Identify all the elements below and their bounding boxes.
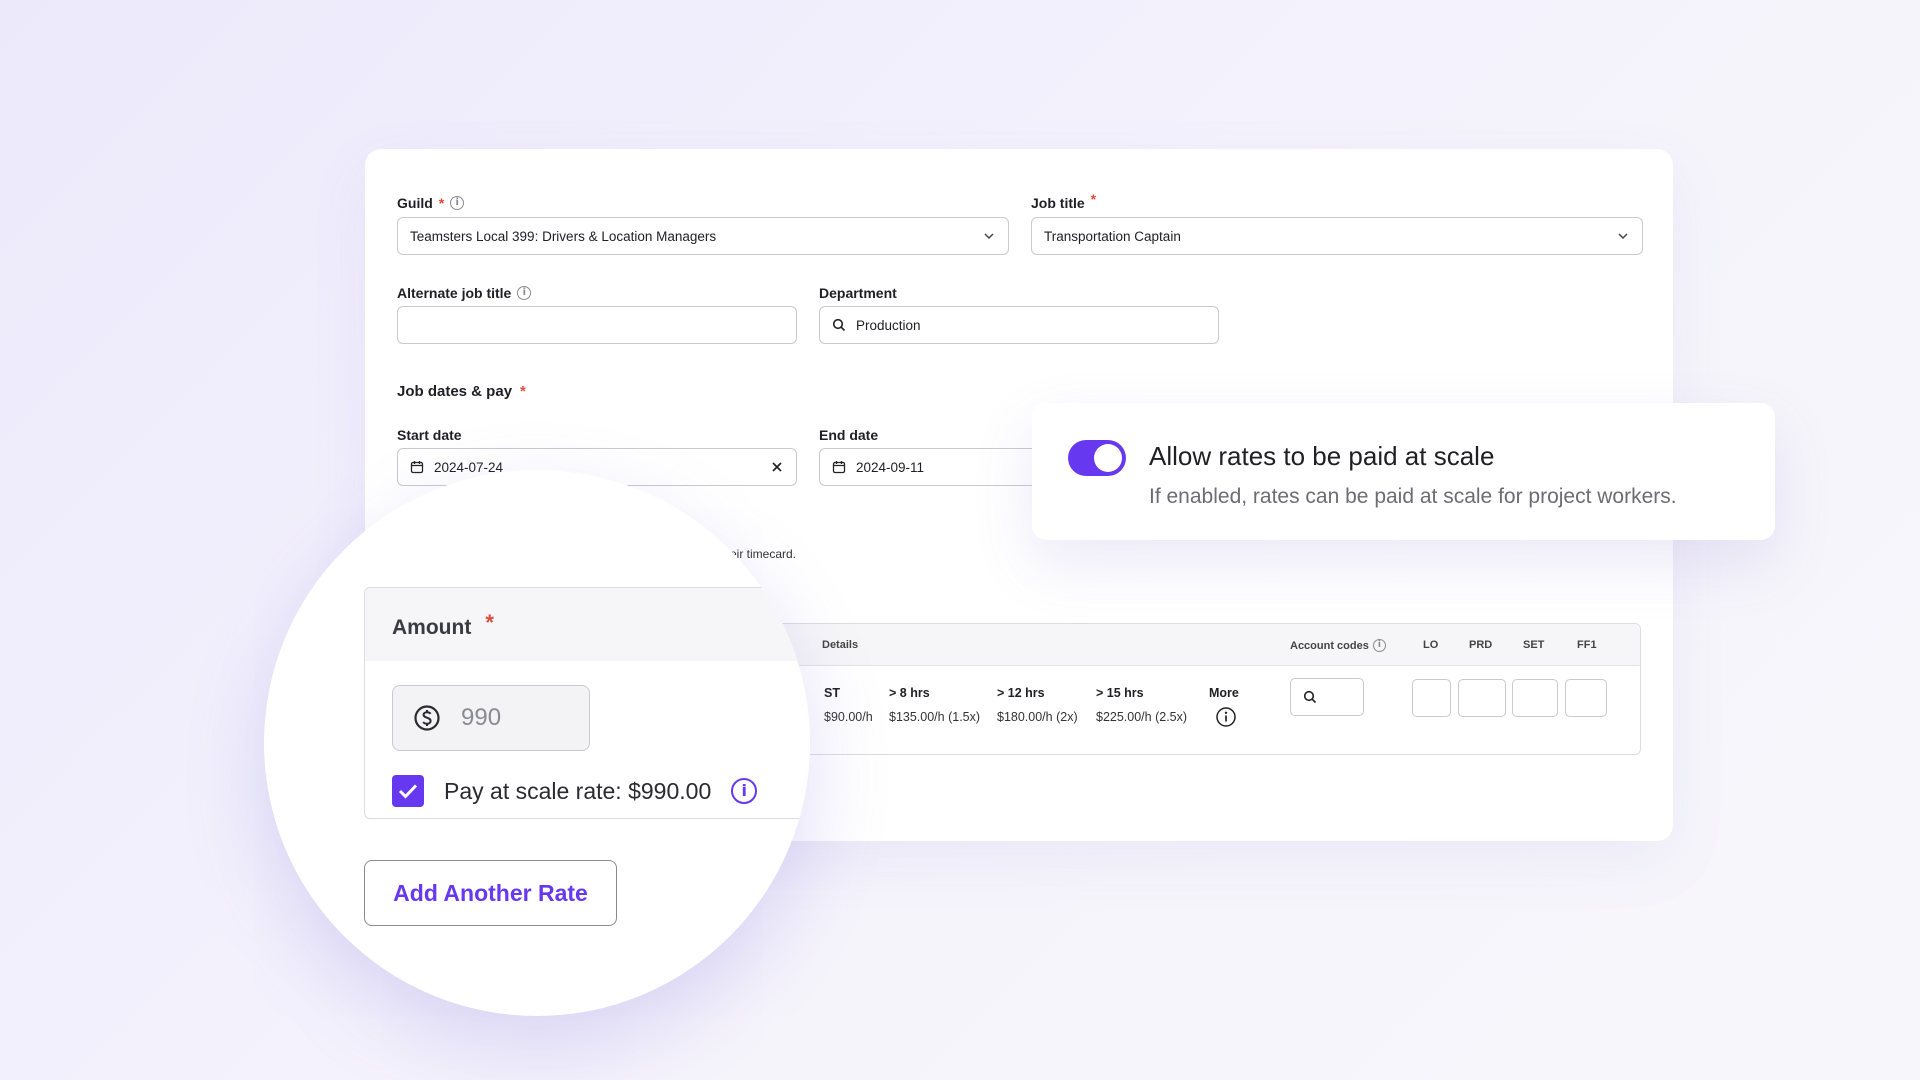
info-icon[interactable] <box>1215 706 1237 728</box>
page: Guild * i Teamsters Local 399: Drivers &… <box>0 0 1920 1080</box>
set-header: SET <box>1523 639 1545 651</box>
rate-column-value: $90.00/h <box>824 710 873 724</box>
lo-code-input[interactable] <box>1412 679 1451 717</box>
scale-toggle-description: If enabled, rates can be paid at scale f… <box>1149 485 1677 508</box>
search-icon <box>832 318 846 332</box>
add-another-rate-button[interactable]: Add Another Rate <box>364 860 617 926</box>
calendar-icon <box>410 461 424 474</box>
info-icon[interactable]: i <box>1372 639 1386 652</box>
end-date-label: End date <box>819 427 879 443</box>
rate-column-header: ST <box>824 686 840 700</box>
more-label: More <box>1209 686 1239 700</box>
required-mark: * <box>438 195 445 211</box>
alternate-job-title-label: Alternate job title i <box>397 285 532 301</box>
amount-label: Amount * <box>392 610 494 639</box>
amount-panel: Amount * 990 Pay at scale rate: $990.00 … <box>364 587 810 819</box>
info-icon[interactable]: i <box>517 286 532 300</box>
ff1-code-input[interactable] <box>1565 679 1607 717</box>
rate-column-value: $225.00/h (2.5x) <box>1096 710 1188 724</box>
info-icon[interactable]: i <box>731 778 758 804</box>
required-mark: * <box>520 383 526 400</box>
amount-header: Amount * <box>365 588 810 661</box>
rate-column-header: > 15 hrs <box>1096 686 1144 700</box>
account-code-search[interactable] <box>1290 678 1364 716</box>
alternate-job-title-input[interactable] <box>397 306 797 344</box>
job-title-select[interactable]: Transportation Captain <box>1031 217 1643 255</box>
required-mark: * <box>485 610 494 635</box>
job-dates-pay-heading: Job dates & pay * <box>397 383 526 400</box>
pay-at-scale-checkbox[interactable] <box>392 775 424 807</box>
department-label: Department <box>819 285 897 301</box>
rate-column-value: $180.00/h (2x) <box>997 710 1078 724</box>
guild-label: Guild * i <box>397 195 465 211</box>
job-title-label: Job title * <box>1031 191 1097 211</box>
scale-toggle-title: Allow rates to be paid at scale <box>1149 441 1495 471</box>
start-date-label: Start date <box>397 427 462 443</box>
rate-column-header: > 8 hrs <box>889 686 930 700</box>
chevron-down-icon <box>1618 233 1628 240</box>
account-codes-header: Account codes i <box>1290 639 1386 652</box>
scale-toggle[interactable] <box>1068 440 1126 476</box>
pay-at-scale-row: Pay at scale rate: $990.00 i <box>392 775 758 807</box>
lo-header: LO <box>1423 639 1439 651</box>
set-code-input[interactable] <box>1512 679 1558 717</box>
chevron-down-icon <box>984 233 994 240</box>
scale-toggle-popup: Allow rates to be paid at scale If enabl… <box>1032 403 1775 540</box>
dollar-icon <box>414 705 440 731</box>
close-icon[interactable] <box>770 460 784 474</box>
department-search[interactable]: Production <box>819 306 1219 344</box>
prd-header: PRD <box>1469 639 1493 651</box>
rate-column-value: $135.00/h (1.5x) <box>889 710 981 724</box>
amount-zoom-circle: Amount * 990 Pay at scale rate: $990.00 … <box>264 470 810 1016</box>
amount-input[interactable]: 990 <box>392 685 590 751</box>
pay-at-scale-text: Pay at scale rate: $990.00 <box>444 777 712 804</box>
info-icon[interactable]: i <box>450 196 465 210</box>
rate-column-header: > 12 hrs <box>997 686 1045 700</box>
timecard-note: eir timecard. <box>730 547 797 561</box>
checkmark-icon <box>398 784 418 799</box>
details-header: Details <box>822 639 859 651</box>
toggle-knob <box>1094 444 1122 472</box>
ff1-header: FF1 <box>1577 639 1597 651</box>
calendar-icon <box>832 461 846 474</box>
prd-code-input[interactable] <box>1458 679 1506 717</box>
search-icon <box>1303 690 1317 704</box>
required-mark: * <box>1090 191 1097 207</box>
guild-select[interactable]: Teamsters Local 399: Drivers & Location … <box>397 217 1009 255</box>
